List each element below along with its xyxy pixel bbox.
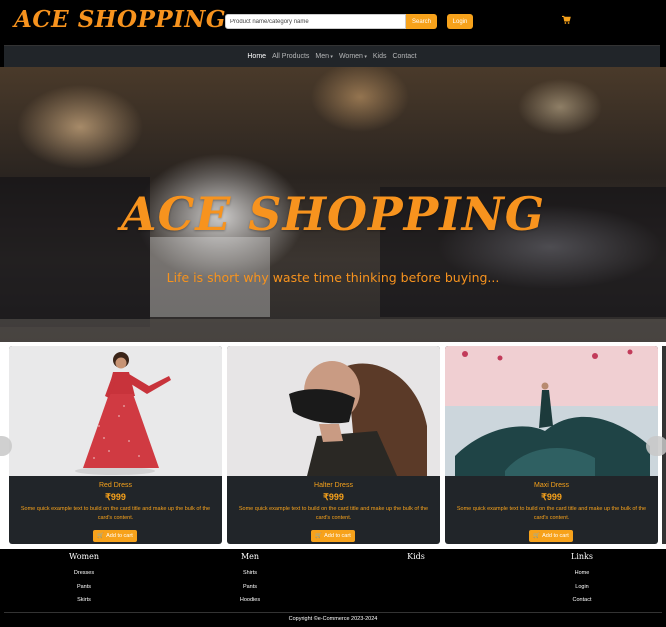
add-to-cart-label: Add to cart bbox=[324, 533, 351, 539]
footer-link[interactable]: Shirts bbox=[190, 567, 310, 581]
nav-item-women[interactable]: Women bbox=[339, 53, 367, 60]
product-title[interactable]: Red Dress bbox=[9, 482, 222, 489]
footer-link[interactable]: Skirts bbox=[24, 594, 144, 608]
add-to-cart-label: Add to cart bbox=[542, 533, 569, 539]
hero-title: ACE SHOPPING bbox=[120, 187, 546, 241]
add-to-cart-button[interactable]: 🛒 Add to cart bbox=[93, 530, 137, 542]
product-image[interactable] bbox=[9, 346, 222, 476]
product-image[interactable] bbox=[445, 346, 658, 476]
footer-link[interactable]: Login bbox=[522, 581, 642, 595]
main-nav: Home All Products Men Women Kids Contact bbox=[4, 45, 660, 67]
cart-icon: 🛒 bbox=[533, 533, 541, 539]
footer-link[interactable]: Pants bbox=[24, 581, 144, 595]
product-price: ₹999 bbox=[541, 492, 562, 502]
footer-heading: Kids bbox=[407, 552, 425, 561]
product-price: ₹999 bbox=[105, 492, 126, 502]
maxi-dress-image bbox=[445, 346, 658, 476]
product-description: Some quick example text to build on the … bbox=[238, 506, 429, 521]
top-header: ACE SHOPPING Search Login bbox=[0, 0, 666, 44]
footer-link[interactable]: Pants bbox=[190, 581, 310, 595]
product-title[interactable]: Maxi Dress bbox=[445, 482, 658, 489]
footer-column-men: Men Shirts Pants Hoodies bbox=[190, 552, 310, 608]
product-price: ₹999 bbox=[323, 492, 344, 502]
site-footer: Women Dresses Pants Skirts Men Shirts Pa… bbox=[0, 549, 666, 627]
product-description: Some quick example text to build on the … bbox=[456, 506, 647, 521]
add-to-cart-button[interactable]: 🛒 Add to cart bbox=[529, 530, 573, 542]
site-logo[interactable]: ACE SHOPPING bbox=[14, 6, 226, 33]
red-dress-image bbox=[9, 346, 222, 476]
add-to-cart-button[interactable]: 🛒 Add to cart bbox=[311, 530, 355, 542]
footer-column-women: Women Dresses Pants Skirts bbox=[24, 552, 144, 608]
nav-item-men[interactable]: Men bbox=[315, 53, 333, 60]
nav-item-home[interactable]: Home bbox=[247, 53, 266, 60]
nav-item-all-products[interactable]: All Products bbox=[272, 53, 309, 60]
footer-divider bbox=[4, 612, 662, 613]
add-to-cart-label: Add to cart bbox=[106, 533, 133, 539]
copyright-text: Copyright ©e-Commerce 2023-2024 bbox=[288, 616, 378, 622]
product-title[interactable]: Halter Dress bbox=[227, 482, 440, 489]
product-card: Red Dress ₹999 Some quick example text t… bbox=[9, 346, 222, 544]
search-input[interactable] bbox=[225, 14, 406, 29]
footer-column-kids: Kids bbox=[356, 552, 476, 567]
nav-item-kids[interactable]: Kids bbox=[373, 53, 387, 60]
footer-link[interactable]: Hoodies bbox=[190, 594, 310, 608]
footer-column-links: Links Home Login Contact bbox=[522, 552, 642, 608]
hero-subtitle: Life is short why waste time thinking be… bbox=[166, 270, 500, 285]
footer-link[interactable]: Dresses bbox=[24, 567, 144, 581]
footer-link[interactable]: Contact bbox=[522, 594, 642, 608]
product-carousel: Red Dress ₹999 Some quick example text t… bbox=[0, 342, 666, 549]
hero-bottom-strip bbox=[0, 319, 666, 342]
footer-heading: Men bbox=[240, 552, 260, 561]
cart-icon: 🛒 bbox=[315, 533, 323, 539]
product-description: Some quick example text to build on the … bbox=[20, 506, 211, 521]
footer-link[interactable]: Home bbox=[522, 567, 642, 581]
footer-heading: Links bbox=[571, 552, 593, 561]
login-button[interactable]: Login bbox=[447, 14, 473, 29]
search-button[interactable]: Search bbox=[406, 14, 437, 29]
footer-heading: Women bbox=[69, 552, 99, 561]
carousel-next-button[interactable] bbox=[646, 436, 666, 456]
cart-icon[interactable] bbox=[562, 15, 571, 25]
halter-dress-image bbox=[227, 346, 440, 476]
cart-icon: 🛒 bbox=[97, 533, 105, 539]
product-card: Maxi Dress ₹999 Some quick example text … bbox=[445, 346, 658, 544]
nav-item-contact[interactable]: Contact bbox=[392, 53, 416, 60]
hero-banner: ACE SHOPPING Life is short why waste tim… bbox=[0, 67, 666, 342]
product-card: Halter Dress ₹999 Some quick example tex… bbox=[227, 346, 440, 544]
product-image[interactable] bbox=[227, 346, 440, 476]
